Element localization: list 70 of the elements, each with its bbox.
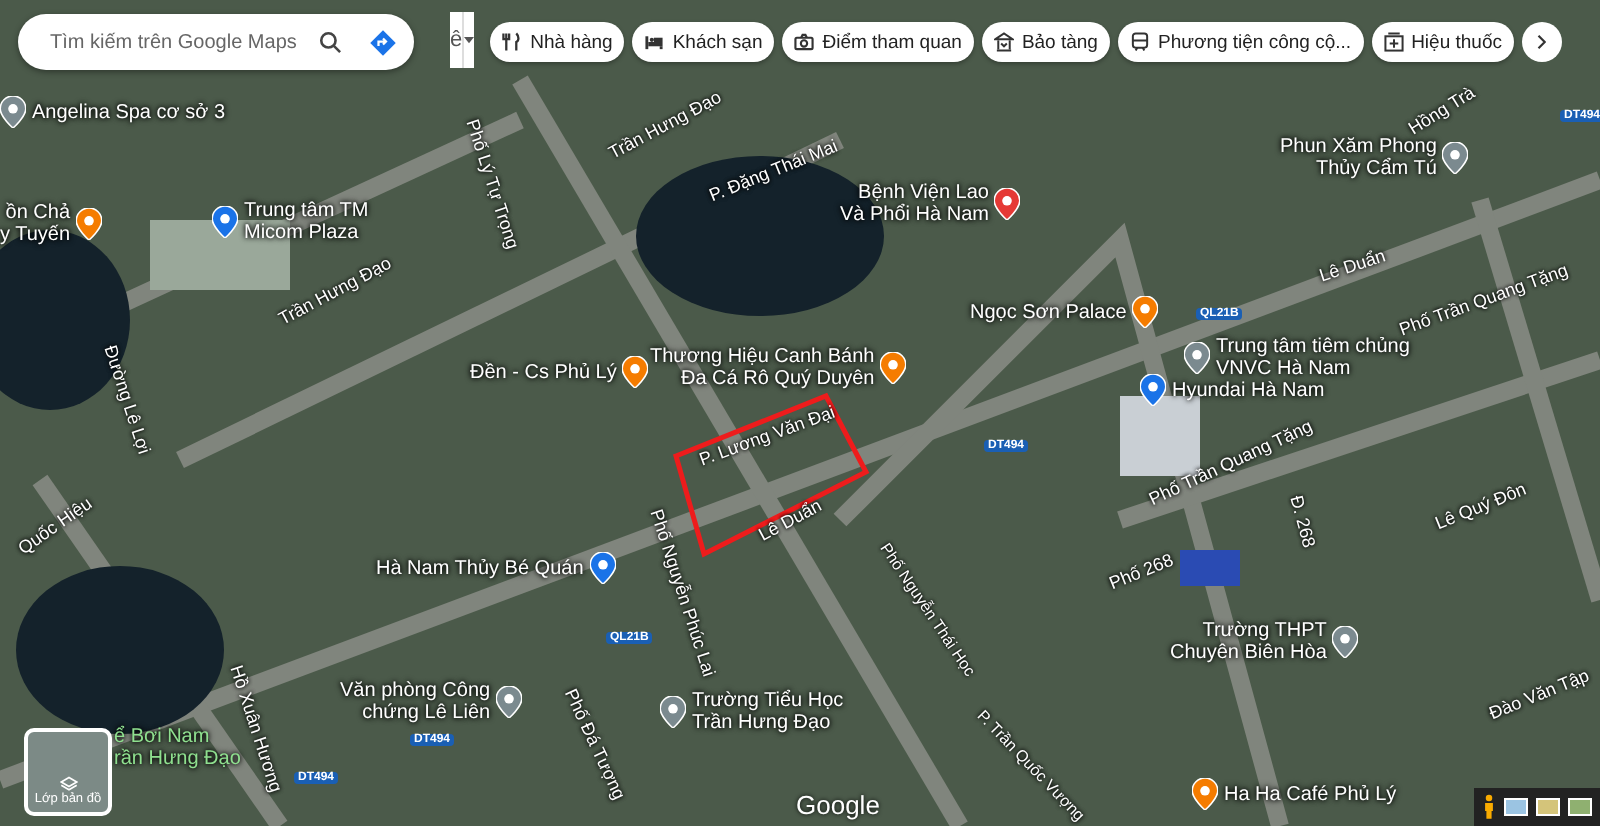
- dropdown-button[interactable]: [462, 12, 475, 68]
- person-icon[interactable]: [1482, 794, 1496, 820]
- place-label[interactable]: Trường Tiểu Học Trần Hưng Đạo: [692, 690, 844, 734]
- map-thumbnail[interactable]: [1536, 798, 1560, 816]
- place-marker-icon[interactable]: [1184, 342, 1210, 374]
- place-label[interactable]: Bệnh Viện Lao Và Phổi Hà Nam: [840, 182, 989, 226]
- place-marker-icon[interactable]: [1140, 374, 1166, 406]
- place-marker-icon[interactable]: [994, 188, 1021, 220]
- place-marker-icon[interactable]: [589, 552, 616, 584]
- street-label: Lê Duẩn: [1316, 245, 1388, 286]
- place-marker-icon[interactable]: [1332, 626, 1359, 658]
- street-label: P. Lương Văn Đại: [696, 401, 838, 470]
- place-label[interactable]: Hyundai Hà Nam: [1172, 379, 1325, 401]
- category-chip[interactable]: Điểm tham quan: [782, 22, 974, 62]
- street-label: Lê Duẩn: [755, 495, 825, 545]
- map-thumbnail[interactable]: [1504, 798, 1528, 816]
- map-logo: Google: [796, 790, 880, 820]
- place-label[interactable]: Ngọc Sơn Palace: [970, 301, 1127, 323]
- place-label[interactable]: Đền - Cs Phủ Lý: [470, 361, 617, 383]
- place-label[interactable]: ồn Chả y Tuyến: [0, 202, 71, 246]
- street-label: Đường Lê Lợi: [100, 342, 155, 457]
- place-marker-icon[interactable]: [1442, 142, 1469, 174]
- place-marker-icon[interactable]: [622, 356, 649, 388]
- place-marker-icon[interactable]: [880, 352, 907, 384]
- place-label[interactable]: Ha Ha Café Phủ Lý: [1224, 783, 1397, 805]
- search-field[interactable]: Tìm kiếm trên Google Maps: [46, 29, 318, 55]
- place-label[interactable]: Thương Hiệu Canh Bánh Đa Cá Rô Quý Duyên: [650, 346, 875, 390]
- street-label: Đào Văn Tập: [1486, 665, 1592, 724]
- street-label: Phố Trần Quang Tặng: [1396, 259, 1571, 340]
- search-bar[interactable]: Tìm kiếm trên Google Maps: [18, 14, 414, 70]
- place-label[interactable]: Angelina Spa cơ sở 3: [32, 101, 226, 123]
- category-chip[interactable]: Bảo tàng: [981, 22, 1110, 62]
- place-marker-icon[interactable]: [660, 696, 686, 728]
- category-chip[interactable]: Nhà hàng: [490, 22, 625, 62]
- museum-icon: [993, 32, 1014, 52]
- place-label[interactable]: Văn phòng Công chứng Lê Liên: [340, 680, 491, 724]
- place-label[interactable]: Phun Xăm Phong Thủy Cẩm Tú: [1280, 136, 1437, 180]
- street-label: Quốc Hiệu: [14, 493, 96, 559]
- camera-icon: [794, 32, 815, 52]
- chevron-right-icon: [1536, 34, 1547, 50]
- place-marker-icon[interactable]: [212, 206, 238, 238]
- place-label[interactable]: Trung tâm TM Micom Plaza: [244, 200, 369, 244]
- caret-icon: [464, 36, 475, 44]
- pharmacy-icon: [1383, 32, 1404, 52]
- street-label: Đ. 268: [1286, 493, 1320, 550]
- street-label: Phố Đá Tượng: [560, 685, 630, 803]
- category-chip[interactable]: Hiệu thuốc: [1371, 22, 1514, 62]
- place-marker-icon[interactable]: [0, 96, 26, 128]
- search-icon[interactable]: [318, 29, 344, 55]
- layers-icon: [59, 776, 77, 792]
- input-tool-button[interactable]: ê: [450, 12, 463, 68]
- place-label[interactable]: Hà Nam Thủy Bé Quán: [376, 557, 584, 579]
- transit-icon: [1129, 32, 1150, 52]
- satellite-map-drawing[interactable]: [0, 0, 1600, 826]
- category-chip[interactable]: Khách sạn: [632, 22, 775, 62]
- category-chip[interactable]: Phương tiện công cộ...: [1117, 22, 1364, 62]
- map-thumbnail[interactable]: [1568, 798, 1592, 816]
- restaurant-icon: [502, 32, 523, 52]
- place-marker-icon[interactable]: [496, 686, 523, 718]
- street-label: Lê Quý Đôn: [1432, 478, 1529, 534]
- street-label: Hồng Trà: [1404, 82, 1479, 139]
- place-marker-icon[interactable]: [1192, 778, 1218, 810]
- place-label[interactable]: Trường THPT Chuyên Biên Hòa: [1170, 620, 1327, 664]
- street-label: Phố 268: [1106, 549, 1176, 594]
- street-label: Trần Hưng Đạo: [275, 252, 395, 329]
- place-marker-icon[interactable]: [1132, 296, 1159, 328]
- place-marker-icon[interactable]: [76, 208, 103, 240]
- hotel-icon: [644, 32, 665, 52]
- street-label: Phố Lý Tự Trọng: [462, 116, 524, 252]
- place-label[interactable]: Trung tâm tiêm chủng VNVC Hà Nam: [1216, 336, 1410, 380]
